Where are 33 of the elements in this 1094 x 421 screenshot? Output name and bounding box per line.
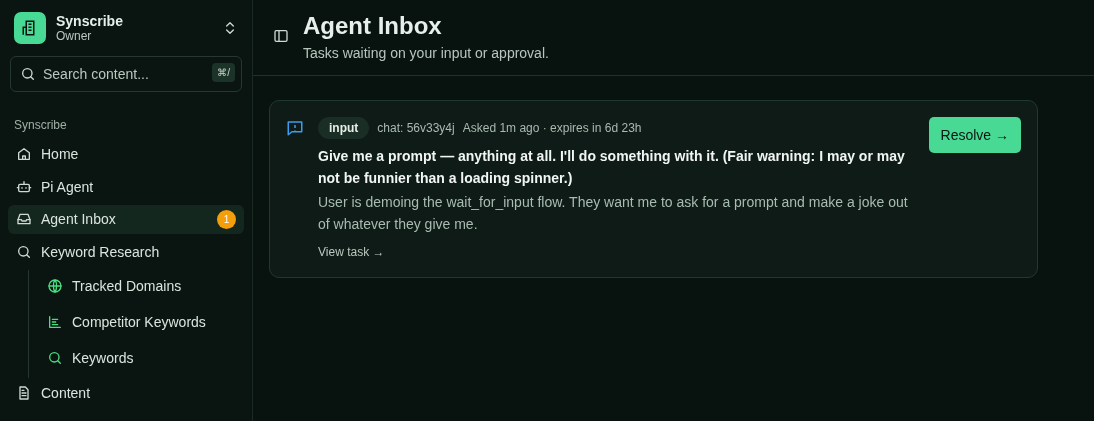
- sidebar-item[interactable]: Competitor Keywords: [39, 306, 244, 339]
- workspace-name: Synscribe: [56, 13, 124, 29]
- home-icon: [16, 146, 32, 163]
- sidebar-item[interactable]: Agent Inbox 1: [8, 205, 244, 234]
- chart-icon: [47, 314, 63, 331]
- message-alert-icon: [286, 119, 304, 137]
- page-title: Agent Inbox: [303, 12, 443, 40]
- sidebar-item[interactable]: Home: [8, 140, 244, 169]
- sidebar-item[interactable]: Tracked Domains: [39, 270, 244, 303]
- search-icon: [16, 244, 32, 261]
- task-meta: Asked 1m ago · expires in 6d 23h: [462, 121, 642, 135]
- sidebar-item[interactable]: Content: [8, 378, 244, 407]
- search-icon: [47, 350, 63, 367]
- sidebar-item[interactable]: Keywords: [39, 342, 244, 375]
- robot-icon: [16, 178, 32, 195]
- task-question: Give me a prompt — anything at all. I'll do something with it. (Fair warning: I may or may not be funnier than a loading spinner.): [318, 147, 906, 188]
- building-icon[interactable]: [14, 12, 46, 44]
- document-icon: [16, 384, 32, 401]
- resolve-button[interactable]: Resolve →: [928, 117, 1021, 153]
- sidebar-item[interactable]: Keyword Research: [8, 237, 244, 267]
- task-context: User is demoing the wait_for_input flow. They want me to ask for a prompt and make a joke out of whatever they give me.: [318, 193, 909, 234]
- section-label: Synscribe: [14, 118, 68, 132]
- sidebar-toggle-icon[interactable]: [273, 28, 289, 44]
- count-badge: 1: [217, 210, 236, 229]
- page-subtitle: Tasks waiting on your input or approval.: [303, 45, 549, 61]
- sidebar-item[interactable]: Pi Agent: [8, 172, 244, 202]
- view-task-link[interactable]: View task →: [318, 245, 385, 259]
- type-tag: input: [318, 117, 370, 139]
- search-icon: [20, 66, 36, 82]
- workspace-role: Owner: [56, 29, 93, 43]
- chat-id: chat: 56v33y4j: [377, 121, 455, 135]
- shortcut-hint: ⌘/: [212, 63, 235, 82]
- globe-icon: [47, 278, 63, 295]
